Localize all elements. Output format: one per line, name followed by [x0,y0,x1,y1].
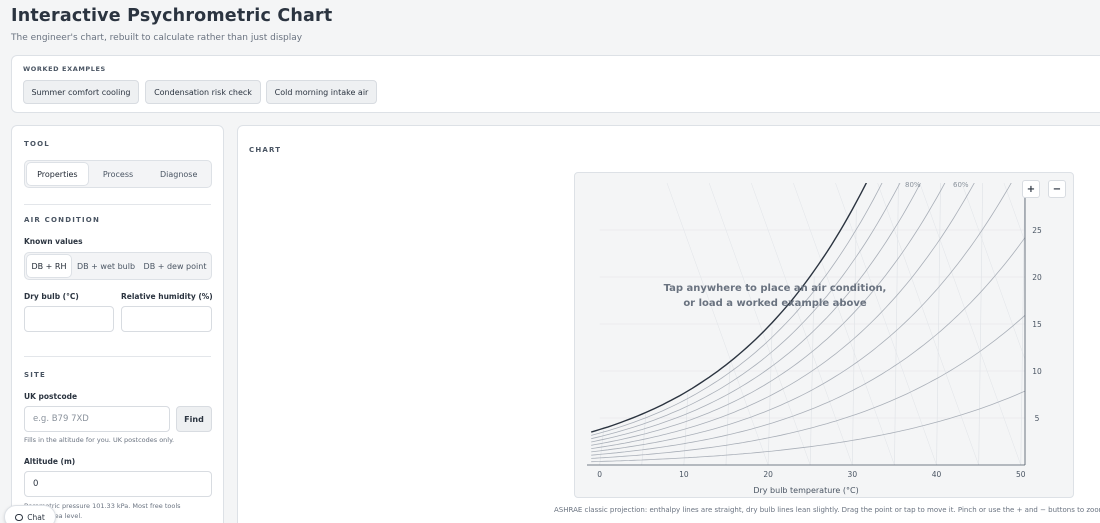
rh-curve [591,183,1012,453]
rh-curve-label: 60% [953,181,969,189]
tool-tabs: Properties Process Diagnose [24,160,212,188]
tab-diagnose[interactable]: Diagnose [148,163,209,185]
chat-bubble-icon [15,513,24,521]
x-tick-label: 30 [848,470,858,479]
postcode-hint: Fills in the altitude for you. UK postco… [24,436,175,444]
divider [24,356,211,357]
air-condition-label: AIR CONDITION [24,216,100,224]
tool-panel: TOOL Properties Process Diagnose AIR CON… [11,125,224,523]
known-values-label: Known values [24,237,83,246]
y-tick-label: 15 [1032,320,1042,329]
rh-curve [591,236,1025,456]
mode-db-dew-point[interactable]: DB + dew point [141,255,209,277]
relative-humidity-label: Relative humidity (%) [121,292,213,301]
y-tick-label: 25 [1032,226,1042,235]
mode-db-rh[interactable]: DB + RH [27,255,71,277]
rh-curve [591,314,1025,459]
x-tick-label: 0 [597,470,602,479]
altitude-input[interactable]: 0 [24,471,212,497]
y-tick-label: 5 [1035,414,1040,423]
example-cold-morning-intake-air[interactable]: Cold morning intake air [266,80,377,104]
psychrometric-chart[interactable]: 0 10 20 30 40 50 5 10 15 20 25 Dry bulb temperature… [575,173,1074,498]
page-subtitle: The engineer's chart, rebuilt to calcula… [11,33,303,43]
y-tick-label: 10 [1032,367,1042,376]
known-values-modes: DB + RH DB + wet bulb DB + dew point [24,252,212,280]
rh-curve-label: 80% [905,181,921,189]
x-tick-label: 20 [763,470,773,479]
mode-db-wet-bulb[interactable]: DB + wet bulb [71,255,141,277]
chat-button[interactable]: Chat [4,505,56,523]
divider [24,204,211,205]
enthalpy-line [1046,183,1074,465]
x-tick-label: 10 [679,470,689,479]
psychrometric-chart-frame[interactable]: 0 10 20 30 40 50 5 10 15 20 25 Dry bulb temperature… [574,172,1074,498]
tool-label: TOOL [24,140,50,148]
tab-properties[interactable]: Properties [27,163,88,185]
postcode-input[interactable]: e.g. B79 7XD [24,406,170,432]
example-summer-comfort-cooling[interactable]: Summer comfort cooling [23,80,139,104]
x-tick-label: 40 [932,470,942,479]
worked-examples-panel: WORKED EXAMPLES Summer comfort cooling C… [11,55,1100,113]
y-tick-label: 20 [1032,273,1042,282]
chart-label: CHART [249,146,282,154]
zoom-in-button[interactable]: + [1022,180,1040,198]
find-button[interactable]: Find [176,406,212,432]
chart-message-line1: Tap anywhere to place an air condition, [663,283,887,294]
dry-bulb-input[interactable] [24,306,114,332]
rh-curve [591,390,1025,463]
example-condensation-risk-check[interactable]: Condensation risk check [145,80,261,104]
worked-examples-label: WORKED EXAMPLES [23,65,106,73]
chat-label: Chat [27,512,45,522]
chart-caption: ASHRAE classic projection: enthalpy line… [554,506,1100,514]
dry-bulb-label: Dry bulb (°C) [24,292,79,301]
altitude-label: Altitude (m) [24,457,76,466]
chart-panel: CHART 0 10 20 30 40 50 5 10 15 20 25 Dry bulb tempe… [237,125,1100,523]
site-label: SITE [24,371,47,379]
relative-humidity-input[interactable] [121,306,212,332]
zoom-out-button[interactable]: − [1048,180,1066,198]
page-title: Interactive Psychrometric Chart [11,6,333,26]
chart-message-line2: or load a worked example above [683,298,867,309]
tab-process[interactable]: Process [88,163,149,185]
x-tick-label: 50 [1016,470,1026,479]
chart-empty-message: Tap anywhere to place an air condition, … [635,281,915,311]
uk-postcode-label: UK postcode [24,392,78,401]
x-axis-label: Dry bulb temperature (°C) [753,486,858,495]
